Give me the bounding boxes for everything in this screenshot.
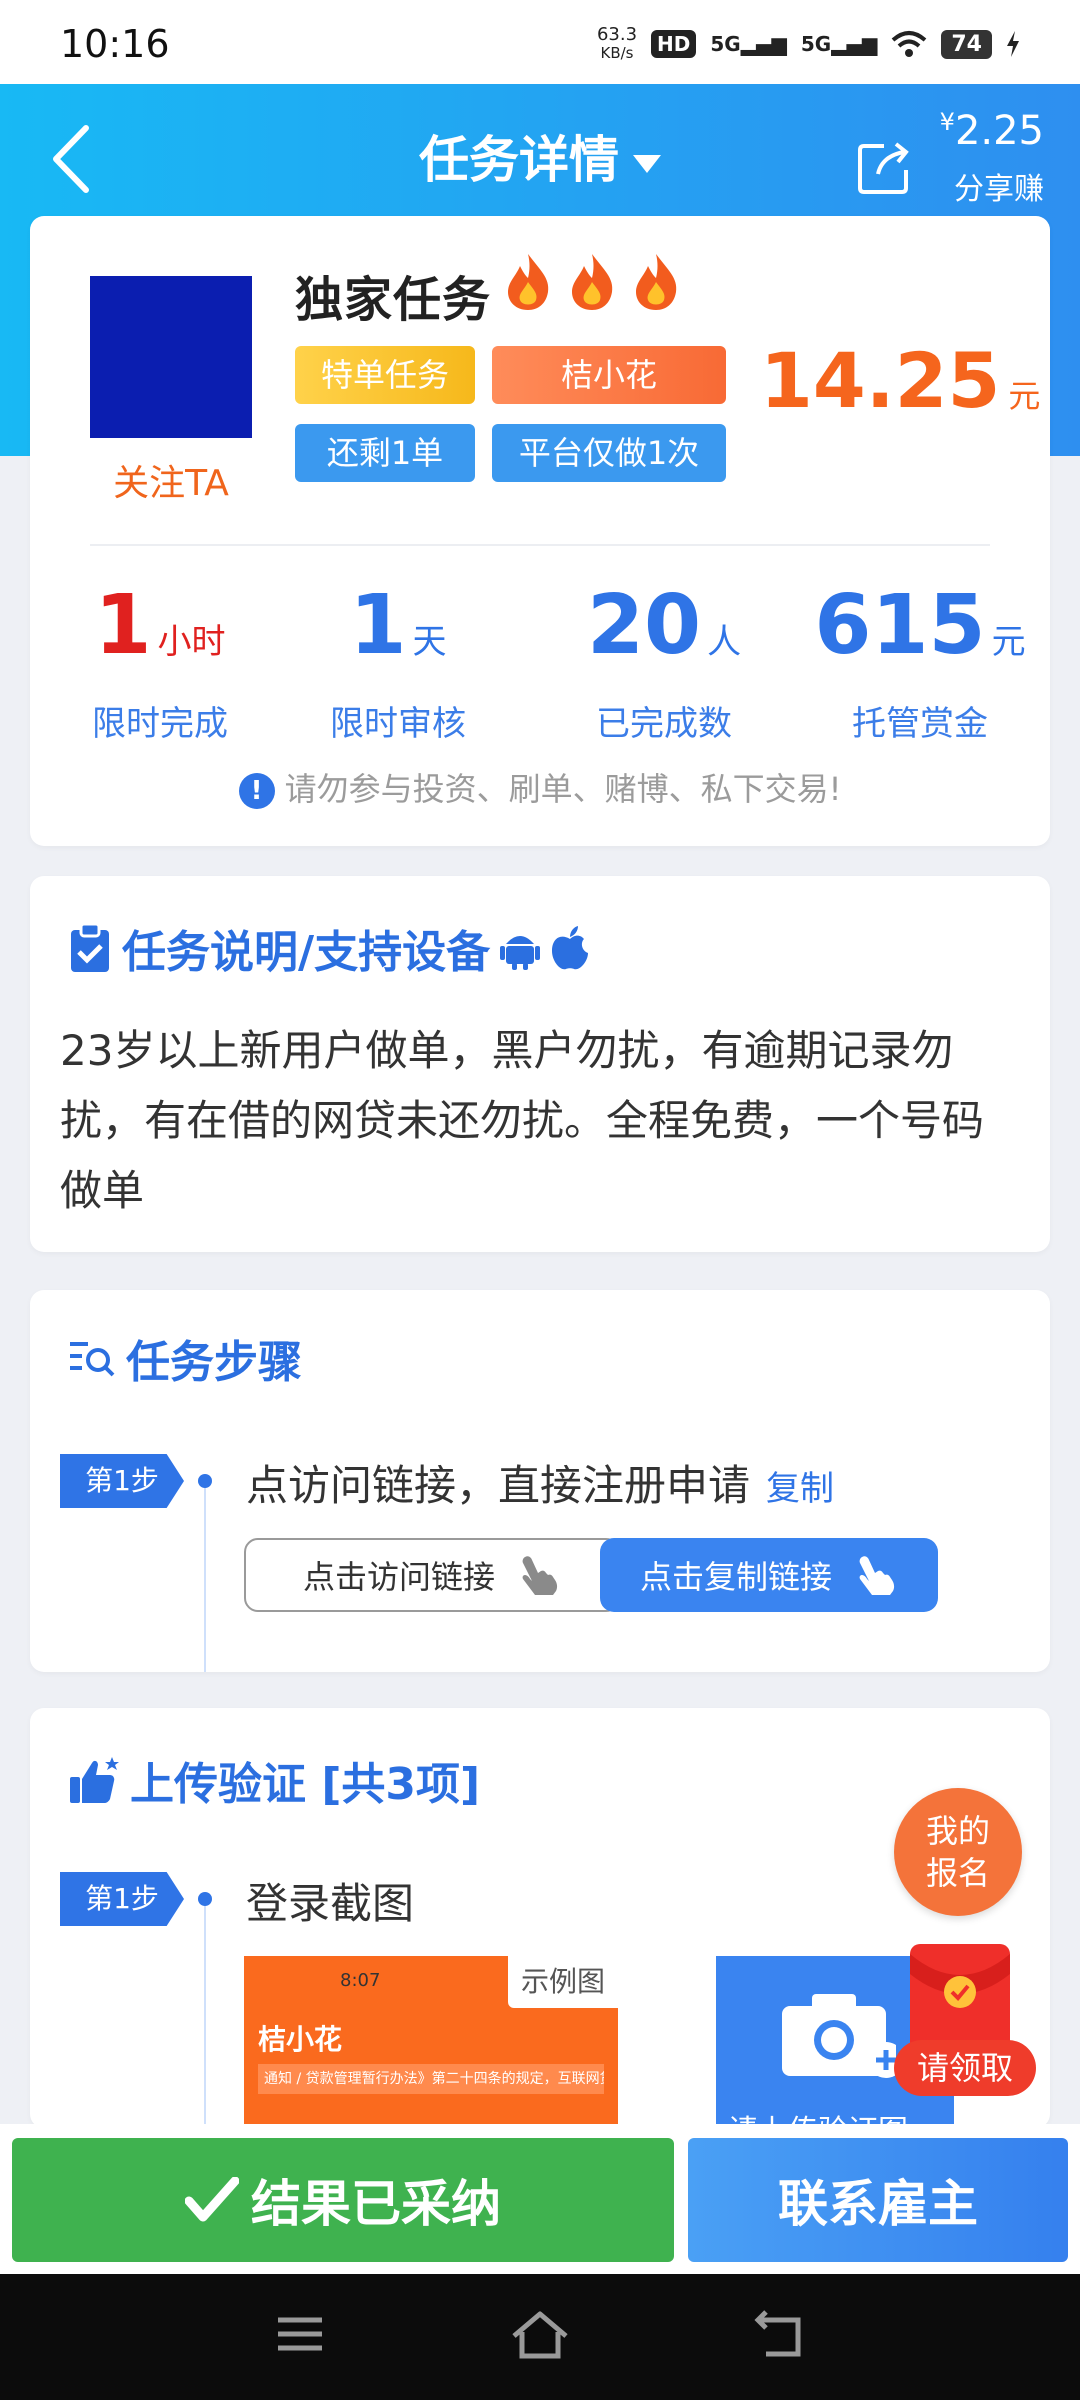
status-icons: 63.3 KB/s HD 5G▂▄▆ 5G▂▄▆ 74 [597,26,1020,62]
charging-icon [1007,31,1019,57]
reward-price: 14.25 元 [760,336,1041,425]
section-title: 任务步骤 [68,1326,302,1390]
thumbs-up-icon [70,1757,119,1803]
clipboard-check-icon [71,922,109,972]
step-badge: 第1步 [60,1454,184,1508]
description-card: 任务说明/支持设备 23岁以上新用户做单，黑户勿扰，有逾期记录勿扰，有在借的网贷… [30,876,1050,1252]
warning-notice: ! 请勿参与投资、刷单、赌博、私下交易! [30,764,1050,810]
android-icon [500,936,541,970]
signal-icon: 5G▂▄▆ [710,32,787,56]
my-signup-button[interactable]: 我的 报名 [894,1788,1022,1916]
apple-icon [552,926,589,970]
back-nav-icon[interactable] [754,2310,806,2360]
chevron-down-icon [633,154,661,173]
signal-icon: 5G▂▄▆ [800,32,878,56]
stat-escrow: 615 元 托管赏金 [814,578,1026,744]
sample-image[interactable]: 8:07 示例图 桔小花 通知 / 贷款管理暂行办法》第二十四条的规定，互联网贷… [244,1956,618,2128]
stat-review-limit: 1天 限时审核 [330,578,466,744]
bottom-action-bar: 结果已采纳 联系雇主 [0,2124,1080,2274]
fire-icon [508,254,549,310]
sample-badge: 示例图 [508,1956,618,2008]
task-summary-card: 关注TA 独家任务 特单任务 桔小花 还剩1单 平台仅做1次 14.25 元 1小… [30,216,1050,846]
sample-notice: 通知 / 贷款管理暂行办法》第二十四条的规定，互联网贷款只限 [258,2064,604,2094]
stat-time-limit: 1 小时 限时完成 [92,578,228,744]
step-dot [198,1892,212,1906]
share-amount: ¥2.25 [939,108,1044,154]
stat-completed: 20 人 已完成数 [586,578,742,744]
copy-link[interactable]: 复制 [766,1469,834,1509]
checkmark-icon [185,2177,239,2222]
tag-special: 特单任务 [295,346,475,404]
tag-brand: 桔小花 [492,346,726,404]
step-text: 登录截图 [246,1879,415,1928]
steps-card: 任务步骤 第1步 点访问链接，直接注册申请 复制 点击访问链接 点击复制链接 [30,1290,1050,1672]
section-title: 上传验证 [共3项] [68,1748,480,1812]
share-earn-button[interactable]: ¥2.25 分享赚 [854,108,1044,218]
share-icon [858,142,909,194]
visit-link-button[interactable]: 点击访问链接 [244,1538,620,1612]
tag-once: 平台仅做1次 [492,424,726,482]
network-speed: 63.3 KB/s [596,24,638,63]
result-adopted-button[interactable]: 结果已采纳 [12,2138,674,2262]
system-nav-bar [0,2274,1080,2400]
tag-remaining: 还剩1单 [295,424,475,482]
camera-icon [782,1994,896,2078]
section-title: 任务说明/支持设备 [68,916,590,980]
sample-brand: 桔小花 [258,2023,343,2056]
wifi-icon [892,31,927,57]
contact-employer-button[interactable]: 联系雇主 [688,2138,1068,2262]
sample-time: 8:07 [340,1970,381,1991]
follow-button[interactable]: 关注TA [70,454,272,506]
step-dot [198,1474,212,1488]
fire-icon [572,254,613,310]
share-label: 分享赚 [954,172,1044,207]
hd-icon: HD [651,30,697,58]
list-search-icon [70,1342,115,1377]
copy-link-button[interactable]: 点击复制链接 [600,1538,938,1612]
step-timeline [204,1474,206,1672]
tap-hand-icon [859,1556,895,1595]
step-text: 点访问链接，直接注册申请 复制 [246,1461,835,1510]
avatar[interactable] [90,276,252,438]
flames [500,252,684,312]
exclamation-icon: ! [238,773,275,809]
status-time: 10:16 [60,22,170,66]
battery-icon: 74 [941,29,992,59]
divider [90,544,990,546]
task-title: 独家任务 [295,272,492,328]
claim-button[interactable]: 请领取 [894,2040,1036,2096]
tap-hand-icon [522,1556,558,1595]
step-timeline [204,1900,206,2128]
menu-icon[interactable] [276,2310,324,2358]
description-text: 23岁以上新用户做单，黑户勿扰，有逾期记录勿扰，有在借的网贷未还勿扰。全程免费，… [60,1026,985,1215]
status-bar: 10:16 63.3 KB/s HD 5G▂▄▆ 5G▂▄▆ 74 [0,0,1080,84]
home-icon[interactable] [510,2310,570,2362]
step-badge: 第1步 [60,1872,184,1926]
fire-icon [636,254,677,310]
